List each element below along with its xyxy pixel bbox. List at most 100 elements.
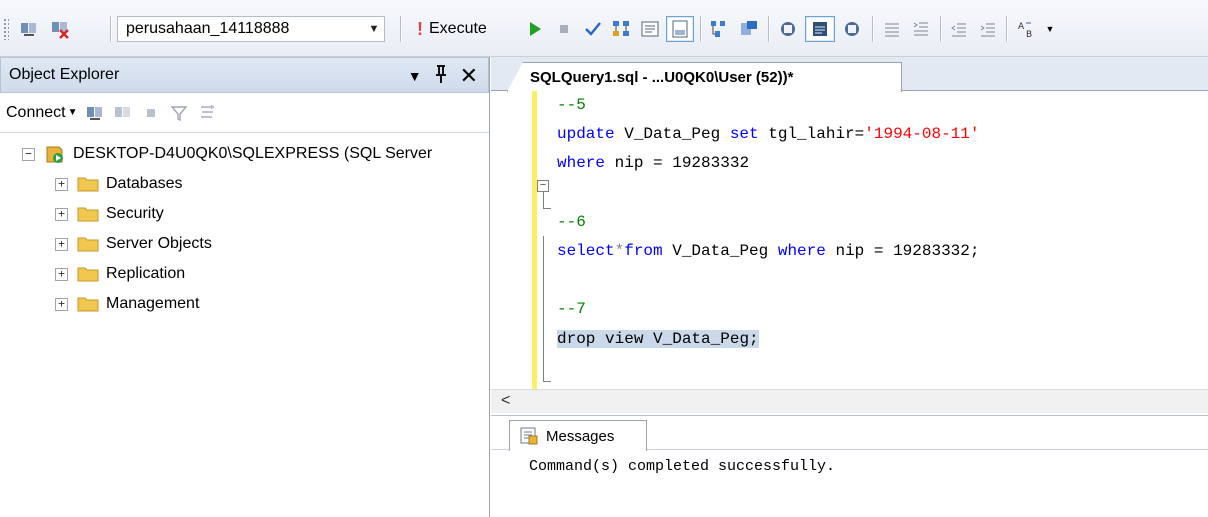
query-toolbar: perusahaan_14118888 ▼ ! Execute A B ▼ <box>0 0 1208 57</box>
expand-icon[interactable]: + <box>55 267 68 281</box>
chevron-down-icon: ▼ <box>67 107 78 118</box>
selected-text[interactable]: drop view V_Data_Peg; <box>557 329 759 348</box>
parse-check-icon[interactable] <box>581 16 605 42</box>
tree-item-databases[interactable]: + Databases <box>0 169 489 199</box>
code-editor[interactable]: − --5 update V_Data_Peg set tgl_lahir='1… <box>491 91 1208 423</box>
collapse-region-icon[interactable]: − <box>537 180 549 192</box>
results-to-grid-icon[interactable] <box>666 16 694 42</box>
folder-icon <box>77 177 99 192</box>
identifier-token: V_Data_Peg <box>662 241 778 260</box>
connect-button[interactable]: Connect ▼ <box>6 104 78 122</box>
keyword-token: where <box>777 241 826 260</box>
folder-icon <box>77 237 99 252</box>
code-line: --7 <box>557 295 979 324</box>
results-to-text-icon[interactable] <box>637 16 663 42</box>
identifier-token: nip = 19283332 <box>605 154 750 173</box>
debug-play-icon[interactable] <box>524 16 546 42</box>
code-line: drop view V_Data_Peg; <box>557 325 979 354</box>
string-token: '1994-08-11' <box>864 125 980 144</box>
object-explorer-panel: Object Explorer ▼ ✕ Connect ▼ − DESKTOP-… <box>0 57 490 517</box>
object-explorer-titlebar: Object Explorer ▼ ✕ <box>0 57 489 93</box>
collapse-icon[interactable]: − <box>22 147 35 161</box>
tree-item-security[interactable]: + Security <box>0 199 489 229</box>
expand-icon[interactable]: + <box>55 237 68 251</box>
code-lines: --5 update V_Data_Peg set tgl_lahir='199… <box>557 91 979 354</box>
identifier-token: nip = 19283332; <box>825 241 980 260</box>
tree-item-label: Databases <box>106 175 183 192</box>
query-options-icon[interactable] <box>838 16 866 42</box>
toolbar-overflow-icon[interactable]: ▼ <box>1044 16 1056 42</box>
object-explorer-toolbar: Connect ▼ <box>0 93 489 133</box>
estimated-plan-icon[interactable] <box>608 16 634 42</box>
identifier-token: V_Data_Peg <box>614 125 730 144</box>
scroll-left-icon[interactable]: < <box>501 392 510 410</box>
results-tabstrip: Messages <box>491 416 1208 451</box>
specify-values-icon[interactable]: AB <box>1012 16 1042 42</box>
outline-line <box>543 192 544 208</box>
keyword-token: where <box>557 154 606 173</box>
include-plan-icon[interactable] <box>706 16 732 42</box>
toolbar-grip[interactable] <box>3 18 9 40</box>
folder-icon <box>77 267 99 282</box>
tree-item-label: Server Objects <box>106 235 212 252</box>
result-message: Command(s) completed successfully. <box>529 458 836 475</box>
refresh-icon[interactable] <box>196 102 218 124</box>
comment-token: --7 <box>557 300 586 319</box>
expand-icon[interactable]: + <box>55 207 68 221</box>
tab-messages[interactable]: Messages <box>509 420 647 451</box>
messages-icon <box>520 427 538 445</box>
disconnect-icon[interactable] <box>112 102 134 124</box>
client-statistics-icon[interactable] <box>736 16 762 42</box>
identifier-token: tgl_lahir= <box>758 125 865 144</box>
identifier-token <box>595 330 605 348</box>
folder-icon <box>77 297 99 312</box>
query-editor-area: SQLQuery1.sql - ...U0QK0\User (52))* − -… <box>491 57 1208 517</box>
comment-out-icon[interactable] <box>774 16 802 42</box>
window-position-icon[interactable]: ▼ <box>408 68 422 84</box>
results-pane: Messages Command(s) completed successful… <box>491 415 1208 517</box>
tree-item-replication[interactable]: + Replication <box>0 259 489 289</box>
decrease-indent-icon[interactable] <box>947 16 971 42</box>
increase-indent-icon[interactable] <box>976 16 1000 42</box>
svg-text:B: B <box>1026 30 1032 39</box>
indent-lines-icon[interactable] <box>909 16 933 42</box>
align-lines-icon[interactable] <box>880 16 904 42</box>
stop-icon[interactable] <box>140 102 162 124</box>
execute-button[interactable]: ! Execute <box>417 16 509 42</box>
code-line: update V_Data_Peg set tgl_lahir='1994-08… <box>557 120 979 149</box>
keyword-token: set <box>729 125 759 144</box>
database-selector[interactable]: perusahaan_14118888 ▼ <box>117 16 385 42</box>
chevron-down-icon[interactable]: ▼ <box>364 17 384 41</box>
expand-icon[interactable]: + <box>55 177 68 191</box>
horizontal-scrollbar[interactable]: < <box>491 389 1208 413</box>
document-tabstrip: SQLQuery1.sql - ...U0QK0\User (52))* <box>491 57 1208 92</box>
pin-icon[interactable] <box>434 64 448 89</box>
database-selector-value: perusahaan_14118888 <box>126 20 290 37</box>
change-tracking-margin <box>532 91 537 393</box>
object-explorer-title: Object Explorer <box>9 66 120 83</box>
identifier-token: V_Data_Peg; <box>643 329 759 348</box>
outline-end <box>543 208 551 209</box>
close-icon[interactable]: ✕ <box>460 63 478 89</box>
filter-icon[interactable] <box>168 102 190 124</box>
messages-tab-label: Messages <box>546 427 615 445</box>
connect-icon[interactable] <box>84 102 106 124</box>
cancel-stop-icon[interactable] <box>553 16 575 42</box>
connect-icon[interactable] <box>16 16 42 42</box>
tree-item-label: Replication <box>106 265 186 282</box>
tree-item-label: Security <box>106 205 164 222</box>
server-icon <box>46 146 63 163</box>
keyword-token: select <box>557 241 615 260</box>
uncomment-icon[interactable] <box>805 16 835 42</box>
code-line: --5 <box>557 91 979 120</box>
tree-item-management[interactable]: + Management <box>0 289 489 319</box>
tab-title: SQLQuery1.sql - ...U0QK0\User (52))* <box>530 69 794 86</box>
tree-item-server-objects[interactable]: + Server Objects <box>0 229 489 259</box>
keyword-token: from <box>624 241 663 260</box>
server-label: DESKTOP-D4U0QK0\SQLEXPRESS (SQL Server <box>73 145 433 162</box>
folder-icon <box>77 207 99 222</box>
tab-sqlquery1[interactable]: SQLQuery1.sql - ...U0QK0\User (52))* <box>507 62 902 92</box>
tree-server-node[interactable]: − DESKTOP-D4U0QK0\SQLEXPRESS (SQL Server <box>0 139 489 169</box>
disconnect-icon[interactable] <box>47 16 73 42</box>
expand-icon[interactable]: + <box>55 297 68 311</box>
